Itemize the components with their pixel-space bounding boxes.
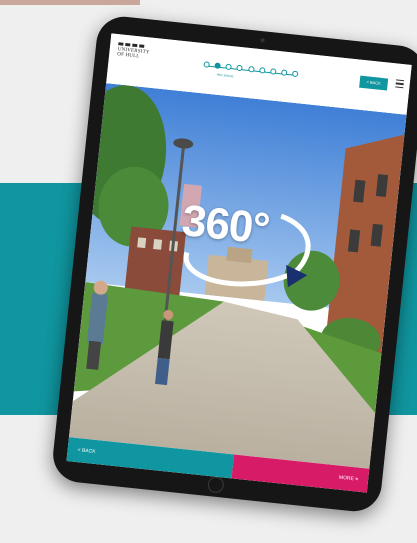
progress-step[interactable] <box>203 61 210 68</box>
back-button-top[interactable]: < BACK <box>359 75 389 91</box>
tour-progress: PEC SPACE <box>202 61 299 87</box>
progress-step[interactable] <box>258 67 266 74</box>
progress-step[interactable] <box>236 64 244 72</box>
overlay-360-label: 360° <box>179 195 272 254</box>
progress-step[interactable] <box>280 69 288 76</box>
logo-text: UNIVERSITY OF HULL <box>116 47 150 60</box>
progress-step[interactable] <box>291 70 299 78</box>
rotate-360-icon[interactable]: 360° <box>164 189 325 314</box>
progress-step[interactable] <box>247 65 255 73</box>
progress-step[interactable] <box>269 68 277 75</box>
tablet-device: UNIVERSITY OF HULL PEC SPACE < BACK 360°… <box>50 14 417 514</box>
progress-step[interactable] <box>225 63 233 71</box>
background-photo-strip <box>0 0 140 5</box>
progress-label: PEC SPACE <box>216 72 234 79</box>
progress-step-current[interactable] <box>214 62 222 69</box>
tablet-screen: UNIVERSITY OF HULL PEC SPACE < BACK 360°… <box>66 33 412 493</box>
hamburger-icon[interactable] <box>395 79 405 89</box>
university-logo: UNIVERSITY OF HULL <box>117 42 158 61</box>
